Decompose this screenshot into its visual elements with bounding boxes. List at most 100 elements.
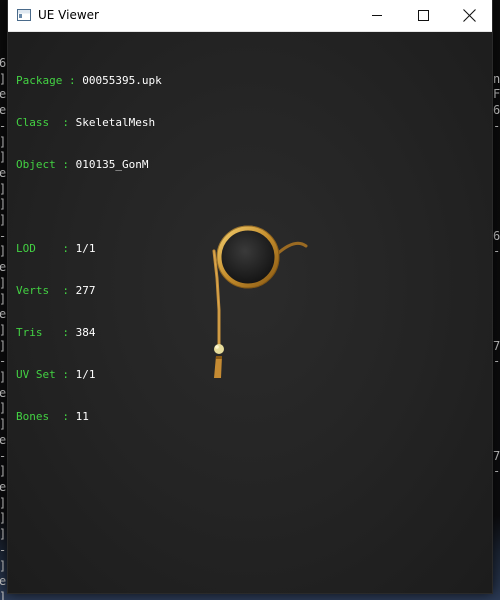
- info-value: SkeletalMesh: [75, 116, 156, 129]
- info-row-uv-set: UV Set : 1/1: [16, 368, 96, 381]
- console-line: ]: [0, 244, 6, 260]
- console-line: ]: [0, 197, 6, 213]
- console-line: e: [0, 165, 7, 180]
- console-line: -: [493, 118, 500, 133]
- info-row-lod: LOD : 1/1: [16, 242, 96, 255]
- info-label: UV Set: [16, 368, 63, 381]
- title-bar[interactable]: UE Viewer: [8, 0, 492, 32]
- console-line: -: [0, 119, 6, 135]
- console-line: F: [493, 87, 500, 102]
- console-line: ]: [0, 370, 6, 386]
- info-row-class: Class : SkeletalMesh: [16, 116, 156, 129]
- mesh-info-overlay: Package : 00055395.upk Class : SkeletalM…: [16, 46, 162, 452]
- console-line: -: [493, 354, 500, 369]
- console-line: ]: [0, 339, 6, 355]
- close-icon: [463, 9, 476, 22]
- monocle-hook: [274, 241, 308, 257]
- console-line: e: [0, 432, 7, 447]
- maximize-icon: [418, 10, 429, 21]
- monocle-bead: [214, 344, 224, 354]
- console-line: -: [493, 464, 500, 479]
- console-line: ]: [0, 150, 6, 166]
- console-line: n: [493, 71, 500, 86]
- desktop: 6]ee-]]e]]]-]e]]e]]-]e]]e-]e]]]-]e] nF6-…: [0, 0, 500, 600]
- info-value: 11: [75, 410, 89, 423]
- console-line: e: [0, 307, 7, 322]
- info-value: 00055395.upk: [82, 74, 162, 87]
- info-row-bones: Bones : 11: [16, 410, 89, 423]
- console-line: e: [0, 385, 7, 400]
- info-value: 277: [75, 284, 96, 297]
- info-label: Package: [16, 74, 63, 87]
- console-line: ]: [0, 135, 6, 151]
- console-line: ]: [0, 496, 6, 512]
- console-line: ]: [0, 182, 6, 198]
- window-title: UE Viewer: [38, 8, 99, 22]
- minimize-button[interactable]: [354, 0, 400, 31]
- info-row-object: Object : 010135_GonM: [16, 158, 149, 171]
- console-line: ]: [0, 590, 6, 600]
- maximize-button[interactable]: [400, 0, 446, 31]
- console-line: -: [0, 354, 6, 370]
- console-line: ]: [0, 559, 6, 575]
- console-line: ]: [0, 464, 6, 480]
- console-line: ]: [0, 276, 6, 292]
- console-line: 6: [0, 56, 7, 70]
- console-line: 7: [493, 448, 500, 463]
- console-line: ]: [0, 527, 6, 543]
- info-spacer: [16, 200, 162, 214]
- console-line: 6: [493, 228, 500, 243]
- background-console-right: nF6- 6- 7- 7-: [493, 56, 500, 480]
- info-label: Class: [16, 116, 63, 129]
- console-line: e: [0, 574, 7, 589]
- console-line: -: [493, 244, 500, 259]
- minimize-icon: [372, 15, 382, 16]
- window-app-icon[interactable]: [17, 9, 31, 21]
- console-line: e: [0, 479, 7, 494]
- console-line: ]: [0, 323, 6, 339]
- background-console-left: 6]ee-]]e]]]-]e]]e]]-]e]]e-]e]]]-]e]: [0, 56, 6, 600]
- info-label: Tris: [16, 326, 63, 339]
- console-line: -: [0, 543, 6, 559]
- console-line: ]: [0, 72, 6, 88]
- console-line: 6: [493, 103, 500, 118]
- ue-viewer-window: UE Viewer Package : 00055395.upk Class :…: [8, 0, 492, 593]
- info-value: 1/1: [75, 368, 96, 381]
- info-label: Verts: [16, 284, 63, 297]
- close-button[interactable]: [446, 0, 492, 31]
- console-line: -: [0, 449, 6, 465]
- info-label: Object: [16, 158, 63, 171]
- console-line: ]: [0, 213, 6, 229]
- info-label: Bones: [16, 410, 63, 423]
- console-line: ]: [0, 417, 6, 433]
- info-row-verts: Verts : 277: [16, 284, 96, 297]
- console-line: e: [0, 103, 7, 118]
- monocle-mesh: [212, 225, 308, 378]
- console-line: 7: [493, 338, 500, 353]
- console-line: ]: [0, 292, 6, 308]
- console-line: ]: [0, 401, 6, 417]
- 3d-viewport[interactable]: Package : 00055395.upk Class : SkeletalM…: [8, 32, 492, 593]
- console-line: e: [0, 87, 7, 102]
- info-row-tris: Tris : 384: [16, 326, 96, 339]
- console-line: ]: [0, 511, 6, 527]
- info-value: 384: [75, 326, 96, 339]
- info-value: 1/1: [75, 242, 96, 255]
- info-value: 010135_GonM: [75, 158, 149, 171]
- console-line: -: [0, 229, 6, 245]
